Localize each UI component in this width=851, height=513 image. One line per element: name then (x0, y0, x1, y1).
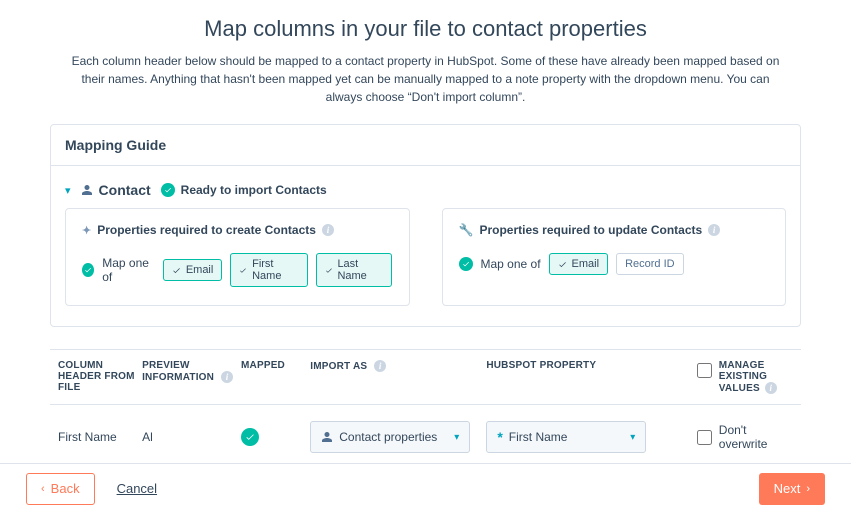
check-circle-icon (161, 183, 175, 197)
chip-email: Email (549, 253, 609, 275)
contact-section-label: Contact (99, 182, 151, 198)
mapped-check-icon (241, 428, 259, 446)
wrench-icon: 🔧 (459, 223, 474, 237)
back-button[interactable]: ‹ Back (26, 473, 95, 505)
chip-first-name: First Name (230, 253, 307, 287)
page-title: Map columns in your file to contact prop… (0, 16, 851, 42)
caret-down-icon: ▾ (630, 432, 635, 443)
chevron-down-icon[interactable]: ▾ (65, 184, 71, 197)
sparkle-icon: ✦ (82, 224, 91, 237)
manage-all-checkbox[interactable] (697, 363, 712, 378)
page-description: Each column header below should be mappe… (66, 52, 786, 106)
chip-last-name: Last Name (316, 253, 393, 287)
mapping-guide-heading: Mapping Guide (51, 125, 800, 166)
th-import-as: IMPORT AS i (310, 360, 486, 372)
check-circle-icon (82, 263, 94, 277)
caret-down-icon: ▾ (454, 432, 459, 443)
mapping-guide-card: Mapping Guide ▾ Contact Ready to import … (50, 124, 801, 327)
asterisk-icon: * (497, 429, 502, 445)
info-icon[interactable]: i (221, 371, 233, 383)
th-column-header: COLUMN HEADER FROM FILE (58, 360, 142, 393)
chevron-left-icon: ‹ (41, 483, 45, 495)
info-icon[interactable]: i (765, 382, 777, 394)
th-manage-checkbox (689, 360, 719, 381)
chip-record-id: Record ID (616, 253, 684, 275)
import-as-select[interactable]: Contact properties ▾ (310, 421, 470, 453)
update-requirements-card: 🔧 Properties required to update Contacts… (442, 208, 787, 306)
th-preview: PREVIEW INFORMATION i (142, 360, 241, 383)
th-manage-values: MANAGE EXISTING VALUES i (719, 360, 793, 394)
info-icon[interactable]: i (708, 224, 720, 236)
th-mapped: MAPPED (241, 360, 310, 371)
info-icon[interactable]: i (322, 224, 334, 236)
person-icon (81, 184, 93, 196)
ready-status: Ready to import Contacts (161, 183, 327, 197)
create-requirements-card: ✦ Properties required to create Contacts… (65, 208, 410, 306)
chevron-right-icon: › (806, 483, 810, 495)
cell-mapped (241, 428, 310, 446)
cell-manage: Don't overwrite (719, 423, 793, 451)
ready-status-label: Ready to import Contacts (181, 183, 327, 197)
hubspot-property-select[interactable]: *First Name ▾ (486, 421, 646, 453)
table-row: First Name Al Contact properties ▾ *Firs… (50, 405, 801, 463)
mapping-table: COLUMN HEADER FROM FILE PREVIEW INFORMAT… (50, 349, 801, 463)
update-req-title: Properties required to update Contacts (479, 223, 702, 237)
info-icon[interactable]: i (374, 360, 386, 372)
map-one-of-label: Map one of (102, 256, 155, 284)
cell-preview: Al (142, 430, 241, 444)
contact-section-title: Contact (81, 182, 151, 198)
next-button[interactable]: Next › (759, 473, 825, 505)
cancel-link[interactable]: Cancel (117, 481, 157, 496)
cell-column-header: First Name (58, 430, 142, 444)
chip-email: Email (163, 259, 223, 281)
person-icon (321, 431, 333, 443)
manage-row-checkbox[interactable] (697, 430, 712, 445)
th-hubspot-property: HUBSPOT PROPERTY (486, 360, 689, 371)
map-one-of-label: Map one of (481, 257, 541, 271)
footer-bar: ‹ Back Cancel Next › (0, 463, 851, 513)
create-req-title: Properties required to create Contacts (97, 223, 316, 237)
check-circle-icon (459, 257, 473, 271)
